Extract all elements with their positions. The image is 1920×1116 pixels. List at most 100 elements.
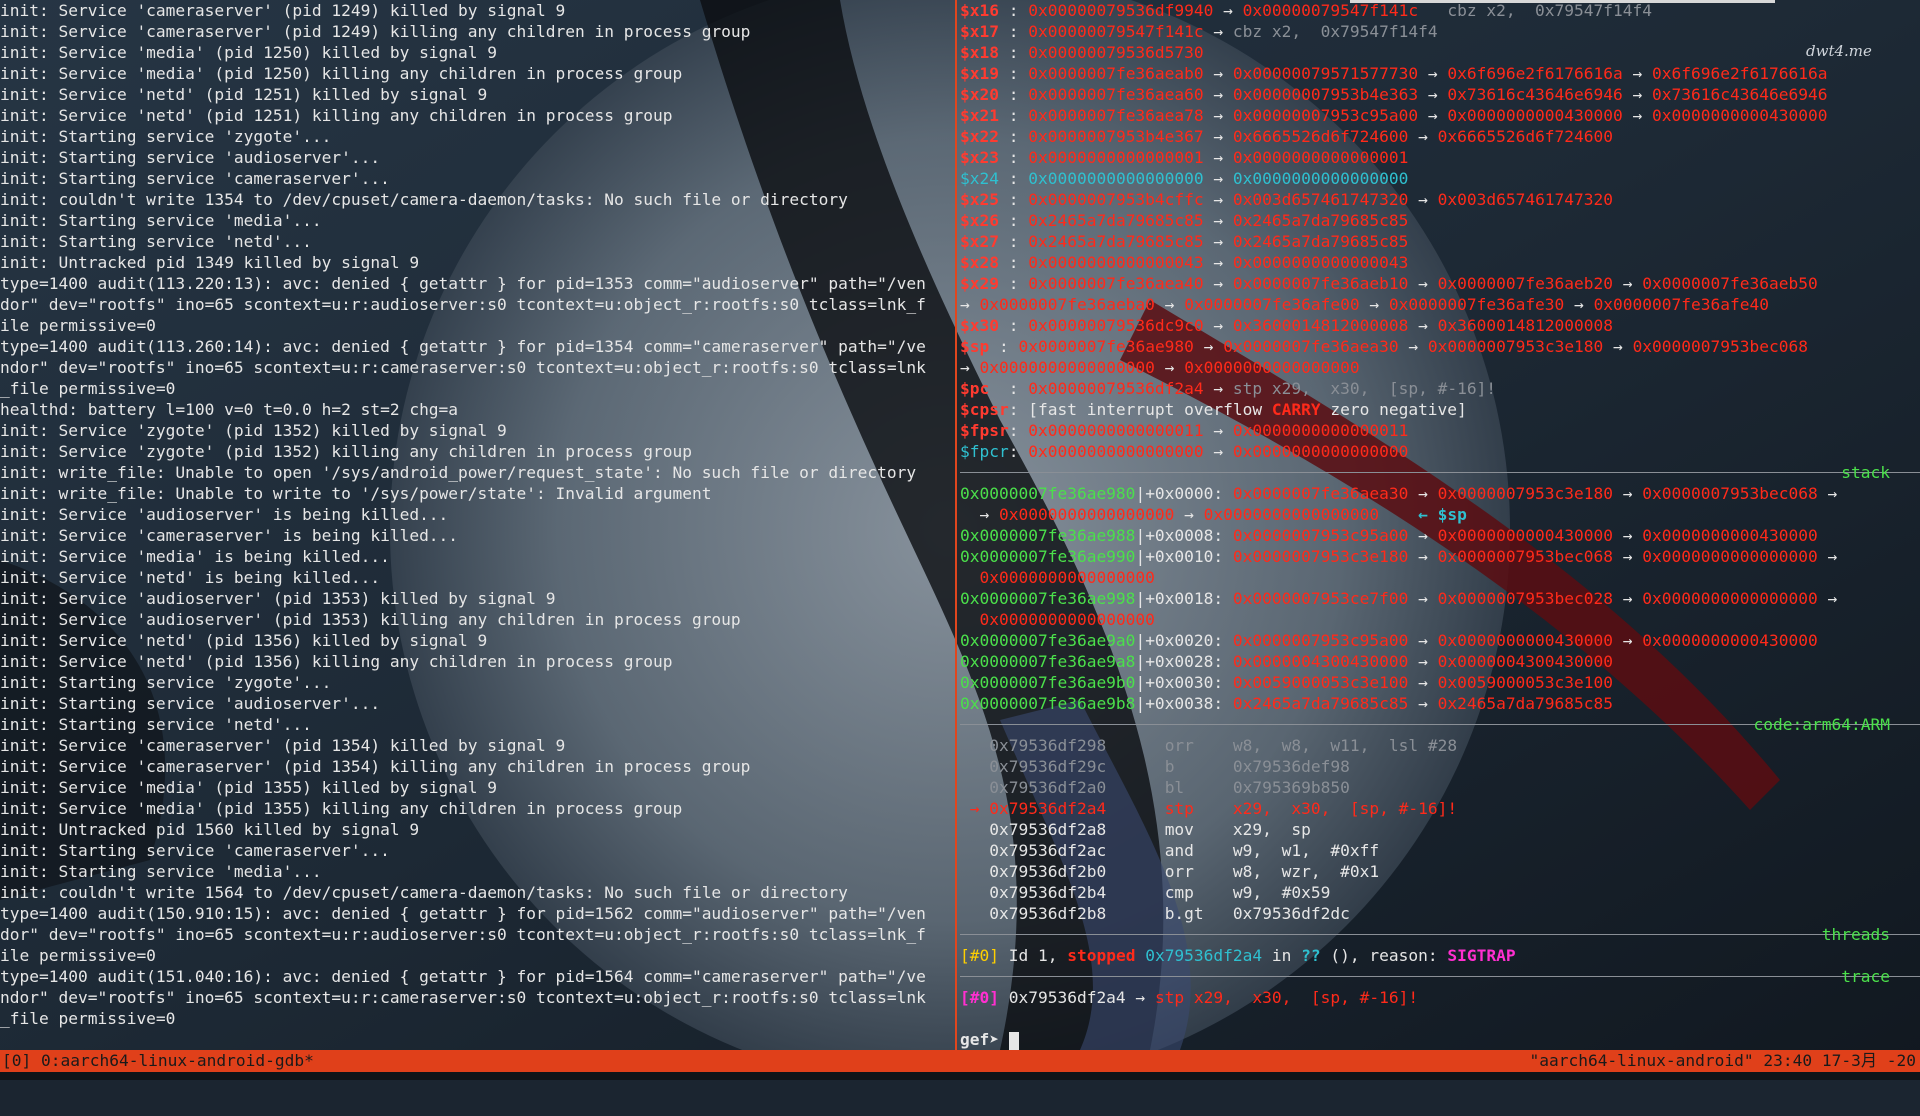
- gdb-gef-pane[interactable]: $x16 : 0x00000079536df9940 → 0x000000795…: [960, 0, 1920, 1050]
- register-row: $x19 : 0x0000007fe36aeab0 → 0x0000007957…: [960, 63, 1920, 84]
- separator: :: [998, 43, 1029, 62]
- log-line: init: Service 'netd' is being killed...: [0, 568, 381, 587]
- section-rule: [960, 472, 1920, 473]
- code-row: 0x79536df2b4 cmp w9, #0x59: [960, 882, 1920, 903]
- thread-address: 0x79536df2a4: [1135, 946, 1263, 965]
- register-row: $x29 : 0x0000007fe36aea40 → 0x0000007fe3…: [960, 273, 1920, 294]
- deref-value: 0x0000000000000000: [979, 358, 1155, 377]
- stack-row: 0x0000007fe36ae9b8|+0x0038: 0x2465a7da79…: [960, 693, 1920, 714]
- stack-bar: |: [1135, 526, 1146, 545]
- deref-arrow: →: [1408, 316, 1438, 335]
- deref-arrow: →: [1408, 190, 1438, 209]
- deref-value: 0x73616c43646e6946: [1447, 85, 1623, 104]
- stack-row: 0x0000007fe36ae998|+0x0018: 0x0000007953…: [960, 588, 1920, 609]
- deref-value: 0x0000007953bec028: [1437, 589, 1614, 608]
- register-value: 0x0000007953b4e367: [1028, 127, 1204, 146]
- log-line: ndor" dev="rootfs" ino=65 scontext=u:r:c…: [0, 988, 926, 1007]
- register-comment: cbz x2, 0x79547f14f4: [1447, 1, 1653, 20]
- section-title: trace: [1841, 967, 1890, 986]
- register-row-pc: $pc : 0x00000079536df2a4 → stp x29, x30,…: [960, 378, 1920, 399]
- register-name: $x19: [960, 64, 999, 83]
- code-address: 0x79536df29c: [989, 757, 1107, 776]
- register-row: $x17 : 0x00000079547f141c → cbz x2, 0x79…: [960, 21, 1920, 42]
- register-name: $x20: [960, 85, 999, 104]
- register-row: $x28 : 0x0000000000000043 → 0x0000000000…: [960, 252, 1920, 273]
- register-value: 0x2465a7da79685c85: [1028, 232, 1204, 251]
- deref-arrow: →: [1418, 64, 1448, 83]
- deref-value: 0x0000000000430000: [1437, 526, 1614, 545]
- thread-state: stopped: [1067, 946, 1136, 965]
- blank-row: [960, 1008, 1920, 1029]
- deref-value: 0x0000000000000000: [1232, 442, 1409, 461]
- register-name: $fpsr: [960, 421, 1009, 440]
- register-name: $x16: [960, 1, 999, 20]
- separator: :: [998, 232, 1029, 251]
- deref-value: 0x00000007953c95a00: [1232, 106, 1419, 125]
- log-line: init: Service 'zygote' (pid 1352) killed…: [0, 421, 507, 440]
- register-row: $x24 : 0x0000000000000000 → 0x0000000000…: [960, 168, 1920, 189]
- register-comment: cbz x2, 0x79547f14f4: [1232, 22, 1438, 41]
- log-line: init: couldn't write 1354 to /dev/cpuset…: [0, 190, 848, 209]
- section-title: threads: [1821, 925, 1890, 944]
- log-line: init: Service 'cameraserver' (pid 1354) …: [0, 757, 751, 776]
- deref-value: 0x0000000000000001: [1232, 148, 1409, 167]
- stack-address: 0x0000007fe36ae990: [960, 547, 1136, 566]
- separator: :: [998, 274, 1029, 293]
- register-value: 0x0000007fe36aea40: [1028, 274, 1204, 293]
- code-address: 0x79536df2a0: [989, 778, 1107, 797]
- log-line: init: Starting service 'cameraserver'...: [0, 841, 390, 860]
- register-row: $x16 : 0x00000079536df9940 → 0x000000795…: [960, 0, 1920, 21]
- register-name: $x17: [960, 22, 999, 41]
- register-name: $sp: [960, 337, 990, 356]
- threads-section-header: threads: [960, 924, 1920, 945]
- deref-arrow: →: [1408, 694, 1438, 713]
- log-line: init: Service 'zygote' (pid 1352) killin…: [0, 442, 692, 461]
- trace-row: [#0] 0x79536df2a4 → stp x29, x30, [sp, #…: [960, 987, 1920, 1008]
- register-value: 0x0000007fe36aeab0: [1028, 64, 1204, 83]
- terminal-cursor[interactable]: [1008, 1031, 1019, 1050]
- deref-value: 0x2465a7da79685c85: [1232, 211, 1409, 230]
- deref-arrow: →: [1408, 589, 1438, 608]
- deref-value: 0x0000007fe36afe40: [1593, 295, 1769, 314]
- section-title: code:arm64:ARM: [1753, 715, 1890, 734]
- separator: :: [998, 169, 1029, 188]
- deref-arrow: →: [1203, 379, 1233, 398]
- register-value: 0x00000079536df9940: [1028, 1, 1214, 20]
- log-line: ile permissive=0: [0, 316, 156, 335]
- code-mnemonic: cmp: [1164, 883, 1233, 902]
- code-address: 0x79536df2a8: [989, 820, 1107, 839]
- trace-address: 0x79536df2a4: [998, 988, 1126, 1007]
- tmux-window-label[interactable]: [0] 0:aarch64-linux-android-gdb*: [2, 1050, 314, 1072]
- trace-section-header: trace: [960, 966, 1920, 987]
- register-name: $x26: [960, 211, 999, 230]
- deref-value: 0x0000000000000000: [1184, 358, 1360, 377]
- deref-arrow: →: [1154, 295, 1185, 314]
- register-value: 0x00000079547f141c: [1028, 22, 1204, 41]
- deref-value: 0x0000000000000043: [1232, 253, 1409, 272]
- code-row: → 0x79536df2a4 stp x29, x30, [sp, #-16]!: [960, 798, 1920, 819]
- stack-bar: |: [1135, 547, 1146, 566]
- current-instruction-arrow: [960, 904, 989, 923]
- stack-offset: +0x0038:: [1145, 694, 1224, 713]
- stack-offset: +0x0010:: [1145, 547, 1224, 566]
- stack-row: 0x0000007fe36ae980|+0x0000: 0x0000007fe3…: [960, 483, 1920, 504]
- register-row: $x27 : 0x2465a7da79685c85 → 0x2465a7da79…: [960, 231, 1920, 252]
- log-line: init: Service 'media' (pid 1250) killing…: [0, 64, 683, 83]
- log-line: init: Service 'media' (pid 1355) killed …: [0, 778, 498, 797]
- separator: :: [1008, 442, 1029, 461]
- log-line: init: write_file: Unable to write to '/s…: [0, 484, 712, 503]
- stack-wrap-row: → 0x0000000000000000 → 0x000000000000000…: [960, 504, 1920, 525]
- log-line: type=1400 audit(113.260:14): avc: denied…: [0, 337, 926, 356]
- stack-row: 0x0000007fe36ae988|+0x0008: 0x0000007953…: [960, 525, 1920, 546]
- stack-section-header: stack: [960, 462, 1920, 483]
- left-terminal-pane[interactable]: init: Service 'cameraserver' (pid 1249) …: [0, 0, 955, 1050]
- deref-value: 0x3600014812000008: [1437, 316, 1614, 335]
- log-line: _file permissive=0: [0, 379, 176, 398]
- deref-value: 0x0000007fe36aeb20: [1437, 274, 1614, 293]
- pane-divider[interactable]: [955, 0, 957, 1050]
- log-line: init: Service 'media' is being killed...: [0, 547, 390, 566]
- stack-address: 0x0000007fe36ae9b8: [960, 694, 1136, 713]
